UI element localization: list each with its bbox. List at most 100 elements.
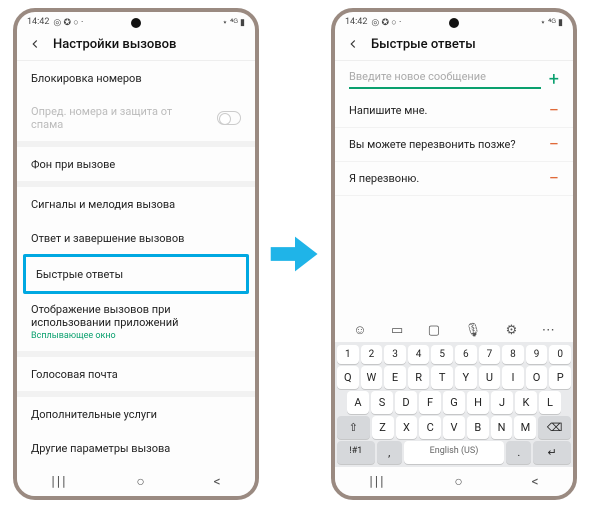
- key[interactable]: A: [347, 391, 369, 414]
- key[interactable]: Z: [372, 416, 394, 439]
- key[interactable]: R: [408, 366, 430, 389]
- keyboard-row-nums: 1 2 3 4 5 6 7 8 9 0: [337, 345, 571, 364]
- label-bg: Фон при вызове: [31, 158, 115, 171]
- replies-list: Введите новое сообщение + Напишите мне. …: [335, 61, 573, 231]
- settings-icon[interactable]: ⚙: [506, 323, 518, 338]
- toggle-icon[interactable]: [217, 111, 241, 125]
- sticker-icon[interactable]: ▭: [391, 323, 403, 338]
- gif-icon[interactable]: ▢: [428, 323, 440, 338]
- page-title: Быстрые ответы: [371, 37, 476, 52]
- nav-back-icon[interactable]: <: [531, 474, 538, 490]
- new-message-input[interactable]: Введите новое сообщение: [349, 70, 541, 89]
- emoji-icon[interactable]: ☺: [353, 322, 366, 338]
- key[interactable]: F: [419, 391, 441, 414]
- key[interactable]: 9: [526, 345, 548, 364]
- key[interactable]: P: [549, 366, 571, 389]
- phone-right: 14:42 ◎ ✪ ○ · ⋆ ⁴ᴳ ▮ Быстрые ответы Введ…: [331, 8, 577, 500]
- row-call-background[interactable]: Фон при вызове: [17, 147, 255, 181]
- label-extra: Дополнительные услуги: [31, 408, 157, 421]
- row-extra-services[interactable]: Дополнительные услуги: [17, 397, 255, 431]
- key[interactable]: 2: [361, 345, 383, 364]
- row-overlay[interactable]: Отображение вызовов при использовании пр…: [17, 293, 255, 351]
- nav-recent-icon[interactable]: |||: [51, 474, 67, 490]
- key[interactable]: E: [384, 366, 406, 389]
- nav-recent-icon[interactable]: |||: [369, 474, 385, 490]
- key[interactable]: 8: [502, 345, 524, 364]
- key[interactable]: J: [491, 391, 513, 414]
- key[interactable]: 6: [455, 345, 477, 364]
- reply-item[interactable]: Напишите мне. −: [335, 94, 573, 128]
- nav-home-icon[interactable]: ○: [454, 473, 462, 490]
- front-camera: [131, 18, 141, 28]
- row-ringtone[interactable]: Сигналы и мелодия вызова: [17, 187, 255, 221]
- key[interactable]: I: [502, 366, 524, 389]
- mic-icon[interactable]: 🎙: [465, 323, 482, 338]
- key[interactable]: M: [514, 416, 536, 439]
- key[interactable]: K: [515, 391, 537, 414]
- shift-key[interactable]: ⇧: [337, 416, 370, 439]
- label-quick: Быстрые ответы: [36, 268, 123, 281]
- key[interactable]: T: [431, 366, 453, 389]
- key[interactable]: V: [443, 416, 465, 439]
- key[interactable]: H: [467, 391, 489, 414]
- plus-icon[interactable]: +: [549, 69, 559, 90]
- keyboard-row-3: ⇧ Z X C V B N M ⌫: [337, 416, 571, 439]
- minus-icon[interactable]: −: [549, 140, 559, 150]
- key[interactable]: B: [467, 416, 489, 439]
- key[interactable]: Q: [337, 366, 359, 389]
- keyboard-row-2: A S D F G H J K L: [337, 391, 571, 414]
- page-title: Настройки вызовов: [53, 37, 176, 52]
- highlight-quick-replies: Быстрые ответы: [23, 254, 249, 294]
- nav-home-icon[interactable]: ○: [136, 473, 144, 490]
- key[interactable]: W: [361, 366, 383, 389]
- backspace-key[interactable]: ⌫: [538, 416, 571, 439]
- dot-key[interactable]: .: [506, 441, 531, 464]
- enter-key[interactable]: ↵: [533, 441, 571, 464]
- key[interactable]: U: [479, 366, 501, 389]
- reply-item[interactable]: Я перезвоню. −: [335, 162, 573, 196]
- minus-icon[interactable]: −: [549, 106, 559, 116]
- key[interactable]: Y: [455, 366, 477, 389]
- more-icon[interactable]: ⋯: [542, 323, 555, 338]
- key[interactable]: N: [491, 416, 513, 439]
- status-left-icons: ◎ ✪ ○ ·: [53, 17, 83, 28]
- label-block: Блокировка номеров: [31, 72, 142, 85]
- reply-label: Вы можете перезвонить позже?: [349, 138, 516, 151]
- key[interactable]: S: [371, 391, 393, 414]
- back-icon[interactable]: [345, 36, 361, 52]
- comma-key[interactable]: ,: [377, 441, 402, 464]
- nav-bar: ||| ○ <: [17, 467, 255, 496]
- space-key[interactable]: English (US): [404, 441, 504, 464]
- reply-item[interactable]: Вы можете перезвонить позже? −: [335, 128, 573, 162]
- key[interactable]: 5: [431, 345, 453, 364]
- key[interactable]: C: [419, 416, 441, 439]
- reply-label: Напишите мне.: [349, 104, 427, 117]
- keyboard-row-1: Q W E R T Y U I O P: [337, 366, 571, 389]
- minus-icon[interactable]: −: [549, 174, 559, 184]
- key[interactable]: L: [539, 391, 561, 414]
- key[interactable]: 0: [549, 345, 571, 364]
- label-spam: Опред. номера и защита от спама: [31, 105, 181, 131]
- key[interactable]: G: [443, 391, 465, 414]
- row-block-numbers[interactable]: Блокировка номеров: [17, 61, 255, 95]
- back-icon[interactable]: [27, 36, 43, 52]
- key[interactable]: 1: [337, 345, 359, 364]
- status-right-icons: ⋆ ⁴ᴳ ▮: [222, 17, 245, 28]
- key[interactable]: 7: [479, 345, 501, 364]
- label-voicemail: Голосовая почта: [31, 368, 118, 381]
- key[interactable]: X: [396, 416, 418, 439]
- keyboard-area: ☺ ▭ ▢ 🎙 ⚙ ⋯ 1 2 3 4 5 6 7 8 9 0: [335, 318, 573, 468]
- row-voicemail[interactable]: Голосовая почта: [17, 357, 255, 391]
- nav-back-icon[interactable]: <: [213, 474, 220, 490]
- key[interactable]: O: [526, 366, 548, 389]
- row-other-params[interactable]: Другие параметры вызова: [17, 431, 255, 461]
- key[interactable]: 4: [408, 345, 430, 364]
- header: Быстрые ответы: [335, 30, 573, 61]
- key[interactable]: D: [395, 391, 417, 414]
- arrow-right-icon: [269, 228, 321, 280]
- row-quick-replies[interactable]: Быстрые ответы: [26, 257, 246, 291]
- symbols-key[interactable]: !#1: [337, 441, 375, 464]
- status-time: 14:42: [27, 17, 49, 27]
- row-answer-end[interactable]: Ответ и завершение вызовов: [17, 221, 255, 255]
- key[interactable]: 3: [384, 345, 406, 364]
